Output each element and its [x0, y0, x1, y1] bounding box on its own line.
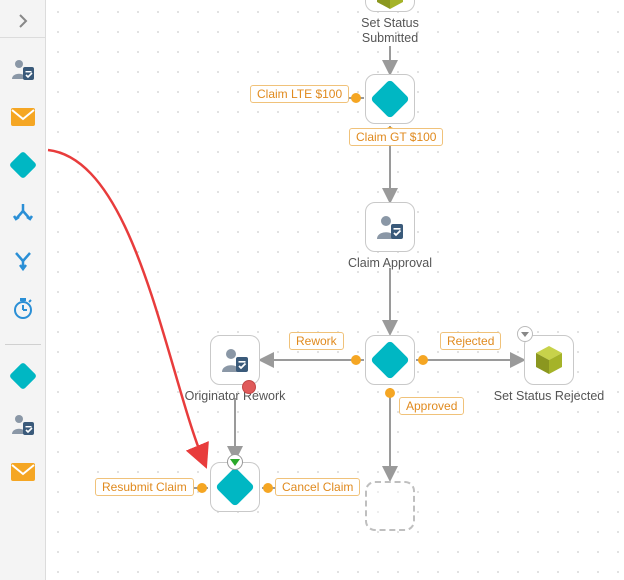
branch-dot-cancel: [263, 483, 273, 493]
email-tool[interactable]: [7, 100, 39, 134]
diamond-icon: [370, 79, 410, 119]
toolbar-separator: [5, 344, 41, 345]
workflow-canvas[interactable]: Set Status Submitted Claim LTE $100 Clai…: [46, 0, 624, 580]
tool-palette: [0, 0, 46, 580]
timer-tool[interactable]: [7, 292, 39, 326]
edge-label-claim-lte-100[interactable]: Claim LTE $100: [250, 85, 349, 103]
error-marker: [242, 380, 256, 394]
email-tool-alt[interactable]: [7, 455, 39, 489]
node-label: Claim Approval: [346, 256, 434, 271]
placeholder-box: [365, 481, 415, 531]
node-set-status-submitted[interactable]: Set Status Submitted: [352, 0, 428, 46]
edge-label-claim-gt-100[interactable]: Claim GT $100: [349, 128, 443, 146]
split-tool[interactable]: [7, 196, 39, 230]
edge-label-cancel-claim[interactable]: Cancel Claim: [275, 478, 360, 496]
node-label: Originator Rework: [180, 389, 290, 404]
branch-dot-lte100: [351, 93, 361, 103]
node-decision-approval[interactable]: [365, 335, 415, 385]
node-claim-approval[interactable]: Claim Approval: [346, 202, 434, 271]
user-task-tool[interactable]: [7, 52, 39, 86]
node-set-status-rejected[interactable]: Set Status Rejected: [491, 335, 607, 404]
branch-dot-approved: [385, 388, 395, 398]
edge-label-rework[interactable]: Rework: [289, 332, 344, 350]
branch-dot-resubmit: [197, 483, 207, 493]
edge-label-approved[interactable]: Approved: [399, 397, 464, 415]
merge-tool[interactable]: [7, 244, 39, 278]
edge-label-resubmit-claim[interactable]: Resubmit Claim: [95, 478, 194, 496]
diamond-icon: [370, 340, 410, 380]
decision-tool-alt[interactable]: [7, 359, 39, 393]
node-decision-claim-amount[interactable]: [365, 74, 415, 124]
user-task-tool-alt[interactable]: [7, 407, 39, 441]
expand-marker[interactable]: [517, 326, 533, 342]
node-placeholder[interactable]: [365, 481, 415, 531]
drop-target-marker: [227, 454, 243, 470]
node-label: Set Status Submitted: [352, 16, 428, 46]
diamond-icon: [215, 467, 255, 507]
decision-tool[interactable]: [7, 148, 39, 182]
branch-dot-rejected: [418, 355, 428, 365]
node-originator-rework[interactable]: Originator Rework: [180, 335, 290, 404]
collapse-toggle[interactable]: [0, 4, 45, 38]
node-label: Set Status Rejected: [491, 389, 607, 404]
branch-dot-rework: [351, 355, 361, 365]
